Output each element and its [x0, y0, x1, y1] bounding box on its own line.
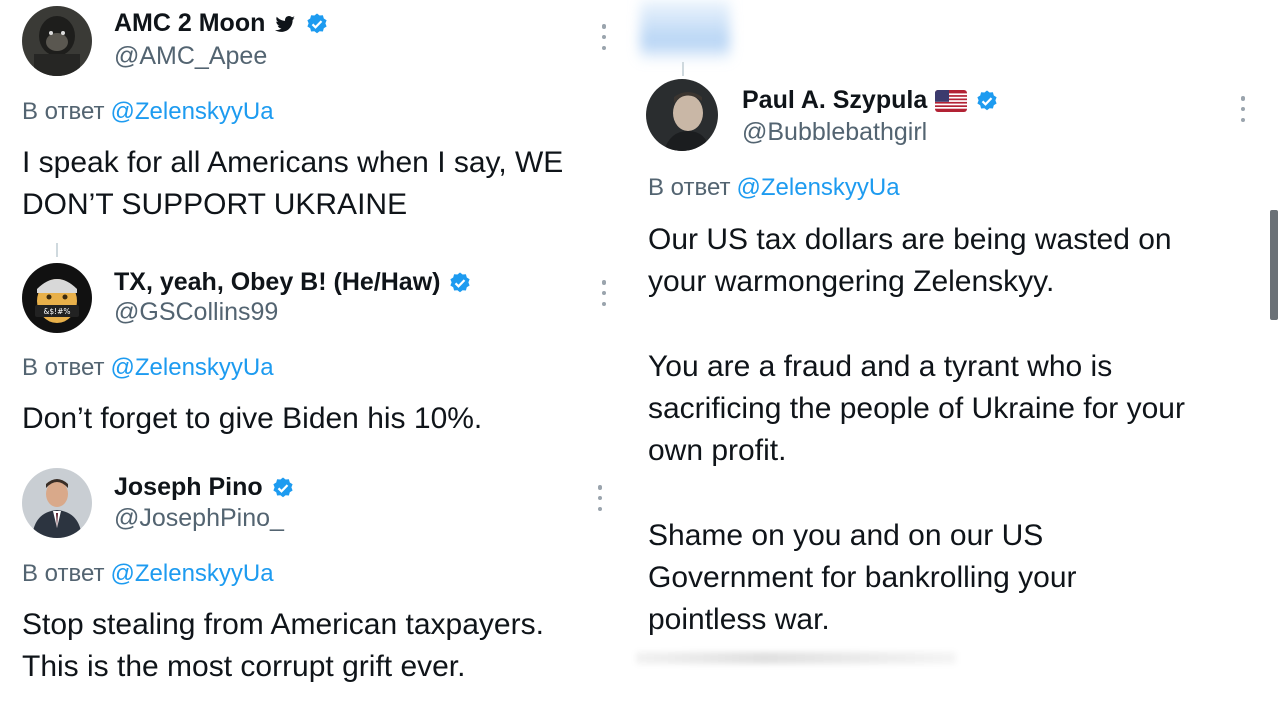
tweet-text: Don’t forget to give Biden his 10%.	[22, 398, 482, 440]
author-name[interactable]: Paul A. Szypula	[742, 86, 927, 115]
tweet-szypula[interactable]: Paul A. Szypula @Bubblebathgirl В ответ @…	[636, 0, 1280, 720]
tweet-paragraph: You are a fraud and a tyrant who is sacr…	[648, 346, 1185, 472]
verified-badge-icon	[977, 90, 997, 110]
tweet-line: Stop stealing from American taxpayers.	[22, 608, 544, 641]
crop-shadow	[636, 652, 956, 664]
more-options-icon[interactable]	[1240, 96, 1246, 122]
more-options-icon[interactable]	[597, 485, 603, 511]
reply-mention-link[interactable]: @ZelenskyyUa	[111, 98, 274, 125]
avatar[interactable]	[22, 468, 92, 538]
tweet-line: Shame on you and on our US	[648, 519, 1044, 552]
avatar[interactable]	[646, 79, 718, 151]
tweet-line: Our US tax dollars are being wasted on	[648, 223, 1172, 256]
tweet-paragraph: Our US tax dollars are being wasted on y…	[648, 219, 1185, 303]
author-name[interactable]: TX, yeah, Obey B! (He/Haw)	[114, 268, 440, 297]
scrollbar[interactable]	[1270, 210, 1278, 320]
reply-prefix: В ответ	[22, 560, 105, 587]
person-avatar-icon	[646, 79, 718, 151]
reply-context: В ответ @ZelenskyyUa	[22, 354, 274, 382]
author-handle[interactable]: @JosephPino_	[114, 504, 284, 533]
more-options-icon[interactable]	[601, 24, 607, 50]
avatar[interactable]	[22, 6, 92, 76]
us-flag-icon	[935, 89, 968, 112]
author-handle[interactable]: @GSCollins99	[114, 298, 278, 327]
author-name[interactable]: AMC 2 Moon	[114, 9, 265, 38]
reply-mention-link[interactable]: @ZelenskyyUa	[111, 560, 274, 587]
tweet-line: Government for bankrolling your	[648, 561, 1077, 594]
reply-context: В ответ @ZelenskyyUa	[22, 98, 274, 126]
tweet-josephpino[interactable]: Joseph Pino @JosephPino_ В ответ @Zelensk…	[0, 460, 635, 720]
tweet-line: own profit.	[648, 434, 787, 467]
author-handle[interactable]: @AMC_Apee	[114, 42, 267, 71]
tweet-text: Stop stealing from American taxpayers. T…	[22, 604, 544, 688]
reply-mention-link[interactable]: @ZelenskyyUa	[111, 354, 274, 381]
verified-badge-icon	[273, 477, 293, 497]
tweet-line: I speak for all Americans when I say, WE	[22, 146, 564, 179]
emoji-avatar-icon: &$!#%	[22, 263, 92, 333]
tweet-line: pointless war.	[648, 603, 830, 636]
author-handle[interactable]: @Bubblebathgirl	[742, 118, 927, 147]
tweet-gscollins[interactable]: &$!#% TX, yeah, Obey B! (He/Haw) @GSColl…	[0, 255, 635, 450]
reply-prefix: В ответ	[22, 354, 105, 381]
person-avatar-icon	[22, 468, 92, 538]
author-name[interactable]: Joseph Pino	[114, 473, 263, 502]
reply-context: В ответ @ZelenskyyUa	[648, 174, 900, 202]
tweet-line: This is the most corrupt grift ever.	[22, 650, 466, 683]
avatar-censor-text: &$!#%	[43, 307, 70, 316]
twitter-bird-icon	[275, 15, 296, 32]
left-screenshot: AMC 2 Moon @AMC_Apee В ответ @ZelenskyyUa…	[0, 0, 635, 720]
reply-prefix: В ответ	[648, 174, 731, 201]
tweet-text: Our US tax dollars are being wasted on y…	[648, 219, 1185, 641]
more-options-icon[interactable]	[601, 280, 607, 306]
tweet-text: I speak for all Americans when I say, WE…	[22, 142, 563, 226]
reply-prefix: В ответ	[22, 98, 105, 125]
right-screenshot: Paul A. Szypula @Bubblebathgirl В ответ @…	[636, 0, 1280, 720]
tweet-line: sacrificing the people of Ukraine for yo…	[648, 392, 1185, 425]
verified-badge-icon	[450, 272, 471, 292]
avatar[interactable]: &$!#%	[22, 263, 92, 333]
tweet-line: DON’T SUPPORT UKRAINE	[22, 188, 408, 221]
verified-badge-icon	[307, 13, 327, 33]
tweet-paragraph: Shame on you and on our US Government fo…	[648, 515, 1185, 641]
tweet-amc2moon[interactable]: AMC 2 Moon @AMC_Apee В ответ @ZelenskyyUa…	[0, 0, 635, 235]
tweet-line: Don’t forget to give Biden his 10%.	[22, 402, 483, 435]
gorilla-avatar-icon	[22, 6, 92, 76]
tweet-line: You are a fraud and a tyrant who is	[648, 350, 1113, 383]
reply-mention-link[interactable]: @ZelenskyyUa	[737, 174, 900, 201]
tweet-line: your warmongering Zelenskyy.	[648, 265, 1055, 298]
reply-context: В ответ @ZelenskyyUa	[22, 560, 274, 588]
